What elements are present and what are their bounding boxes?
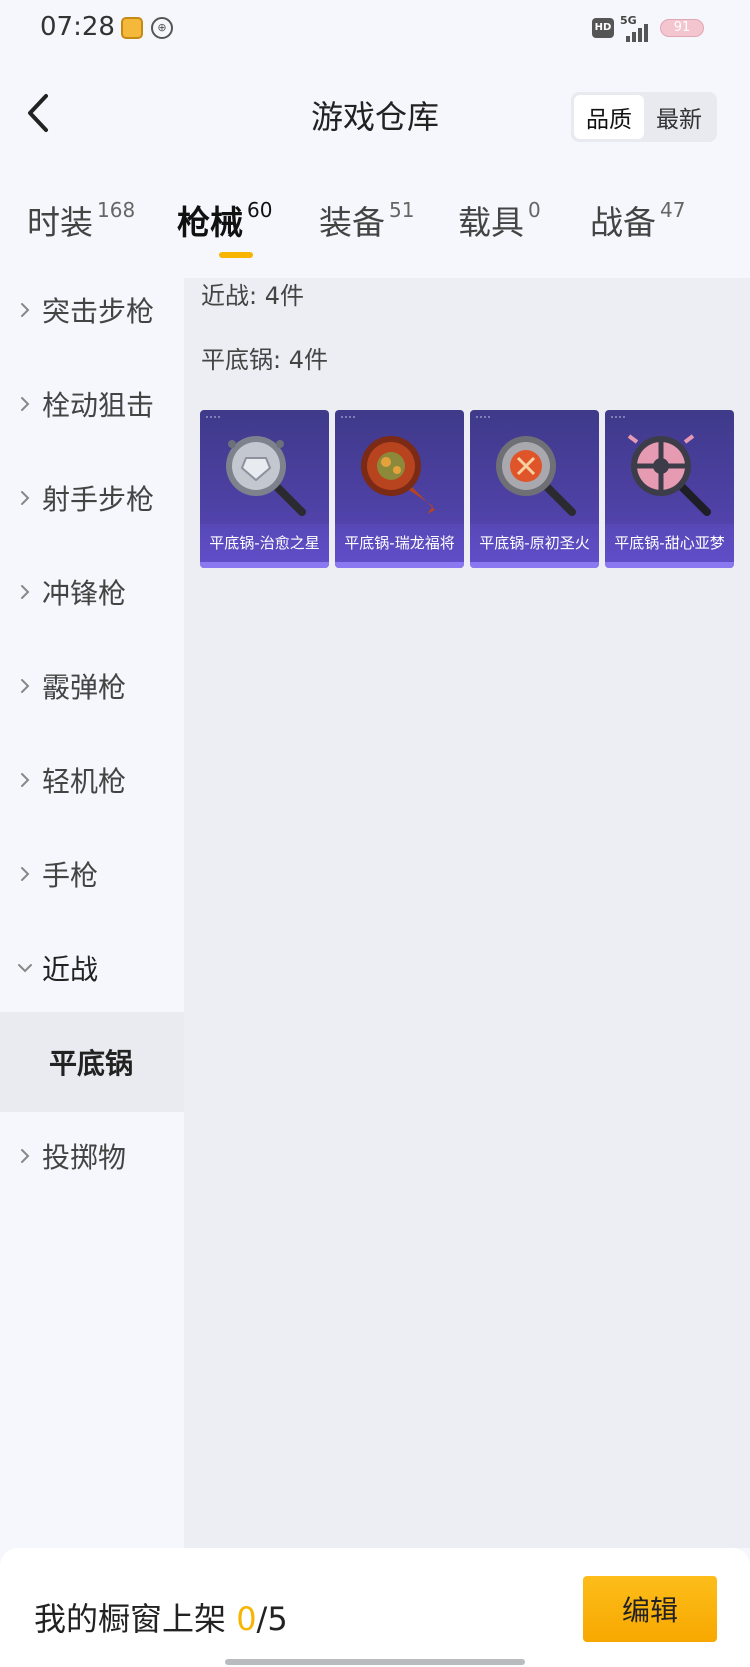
sidebar-item-bolt-sniper[interactable]: 栓动狙击 [0, 354, 184, 454]
chevron-right-icon [16, 865, 34, 883]
tab-fashion[interactable]: 时装 168 [27, 196, 135, 244]
hd-icon: HD [592, 18, 614, 38]
shelf-count: 0/5 [236, 1600, 288, 1638]
sidebar-item-pistol[interactable]: 手枪 [0, 824, 184, 924]
frying-pan-icon [623, 428, 715, 520]
sidebar-item-label: 轻机枪 [42, 765, 127, 798]
item-name: 平底锅-治愈之星 [200, 524, 329, 562]
sidebar-item-label: 投掷物 [42, 1141, 127, 1174]
sort-toggle: 品质 最新 [571, 92, 717, 142]
sidebar-item-assault-rifle[interactable]: 突击步枪 [0, 260, 184, 360]
tab-count: 47 [660, 198, 686, 222]
sidebar: 突击步枪 栓动狙击 射手步枪 冲锋枪 霰弹枪 轻机枪 手枪 近战 平底锅 投掷物 [0, 278, 184, 1548]
tab-count: 168 [97, 198, 136, 222]
subcategory-summary: 平底锅: 4件 [201, 346, 328, 374]
frying-pan-icon [218, 428, 310, 520]
sidebar-item-melee[interactable]: 近战 [0, 918, 184, 1018]
app-notification-icon [121, 17, 143, 39]
sidebar-item-smg[interactable]: 冲锋枪 [0, 542, 184, 642]
tab-count: 51 [389, 198, 415, 222]
signal-icon: 5G [620, 14, 652, 42]
status-bar: 07:28 ⊕ HD 5G 91 [0, 0, 750, 60]
active-tab-indicator [219, 252, 253, 258]
chevron-right-icon [16, 771, 34, 789]
status-time: 07:28 [40, 12, 115, 42]
chevron-right-icon [16, 489, 34, 507]
item-card[interactable]: 平底锅-瑞龙福将 [335, 410, 464, 568]
item-name: 平底锅-原初圣火 [470, 524, 599, 562]
network-type: 5G [620, 14, 637, 27]
tab-label: 战备 [590, 203, 656, 242]
tab-equipment[interactable]: 装备 51 [319, 196, 414, 244]
tab-supplies[interactable]: 战备 47 [590, 196, 685, 244]
item-card[interactable]: 平底锅-甜心亚梦 [605, 410, 734, 568]
sidebar-item-label: 近战 [42, 953, 99, 986]
frying-pan-icon [353, 428, 445, 520]
chevron-right-icon [16, 1147, 34, 1165]
category-tabs: 时装 168 枪械 60 装备 51 载具 0 战备 47 [0, 196, 750, 266]
notification-badge-icon: ⊕ [151, 17, 173, 39]
item-grid: 平底锅-治愈之星 平底锅-瑞龙福将 平底锅-原初圣火 平底锅-甜心亚梦 [200, 410, 734, 570]
chevron-right-icon [16, 583, 34, 601]
chevron-down-icon [16, 959, 34, 977]
tab-label: 载具 [458, 203, 524, 242]
sidebar-item-label: 射手步枪 [42, 483, 155, 516]
item-card[interactable]: 平底锅-原初圣火 [470, 410, 599, 568]
edit-button[interactable]: 编辑 [583, 1576, 717, 1642]
sort-by-quality-button[interactable]: 品质 [574, 95, 644, 139]
sidebar-item-label: 栓动狙击 [42, 389, 155, 422]
sidebar-item-marksman-rifle[interactable]: 射手步枪 [0, 448, 184, 548]
sort-by-newest-button[interactable]: 最新 [644, 95, 714, 139]
sidebar-item-throwables[interactable]: 投掷物 [0, 1106, 184, 1206]
bottom-bar: 我的橱窗上架 0/5 编辑 [0, 1548, 750, 1667]
sidebar-item-lmg[interactable]: 轻机枪 [0, 730, 184, 830]
tab-count: 0 [528, 198, 541, 222]
sidebar-item-label: 冲锋枪 [42, 577, 127, 610]
chevron-right-icon [16, 301, 34, 319]
sidebar-item-label: 突击步枪 [42, 295, 155, 328]
sidebar-item-label: 霰弹枪 [42, 671, 127, 704]
frying-pan-icon [488, 428, 580, 520]
chevron-right-icon [16, 395, 34, 413]
shelf-label: 我的橱窗上架 [34, 1600, 227, 1638]
home-indicator[interactable] [225, 1659, 525, 1665]
tab-label: 时装 [27, 203, 93, 242]
shelf-status: 我的橱窗上架 0/5 [34, 1594, 288, 1640]
tab-label: 装备 [319, 203, 385, 242]
item-name: 平底锅-甜心亚梦 [605, 524, 734, 562]
content-panel: 近战: 4件 平底锅: 4件 平底锅-治愈之星 平底锅-瑞龙福将 平底锅-原初圣… [184, 278, 750, 1548]
chevron-right-icon [16, 677, 34, 695]
item-name: 平底锅-瑞龙福将 [335, 524, 464, 562]
battery-icon: 91 [660, 19, 704, 37]
tab-count: 60 [247, 198, 273, 222]
sidebar-item-label: 手枪 [42, 859, 99, 892]
shelf-current: 0 [236, 1600, 257, 1638]
shelf-total: 5 [267, 1600, 288, 1638]
sidebar-subitem-frying-pan[interactable]: 平底锅 [0, 1012, 184, 1112]
sidebar-subitem-label: 平底锅 [49, 1047, 134, 1080]
shelf-separator: / [256, 1600, 268, 1638]
sidebar-item-shotgun[interactable]: 霰弹枪 [0, 636, 184, 736]
tab-firearms[interactable]: 枪械 60 [177, 196, 272, 244]
category-summary: 近战: 4件 [201, 282, 304, 310]
tab-vehicles[interactable]: 载具 0 [458, 196, 541, 244]
item-card[interactable]: 平底锅-治愈之星 [200, 410, 329, 568]
tab-label: 枪械 [177, 203, 243, 242]
